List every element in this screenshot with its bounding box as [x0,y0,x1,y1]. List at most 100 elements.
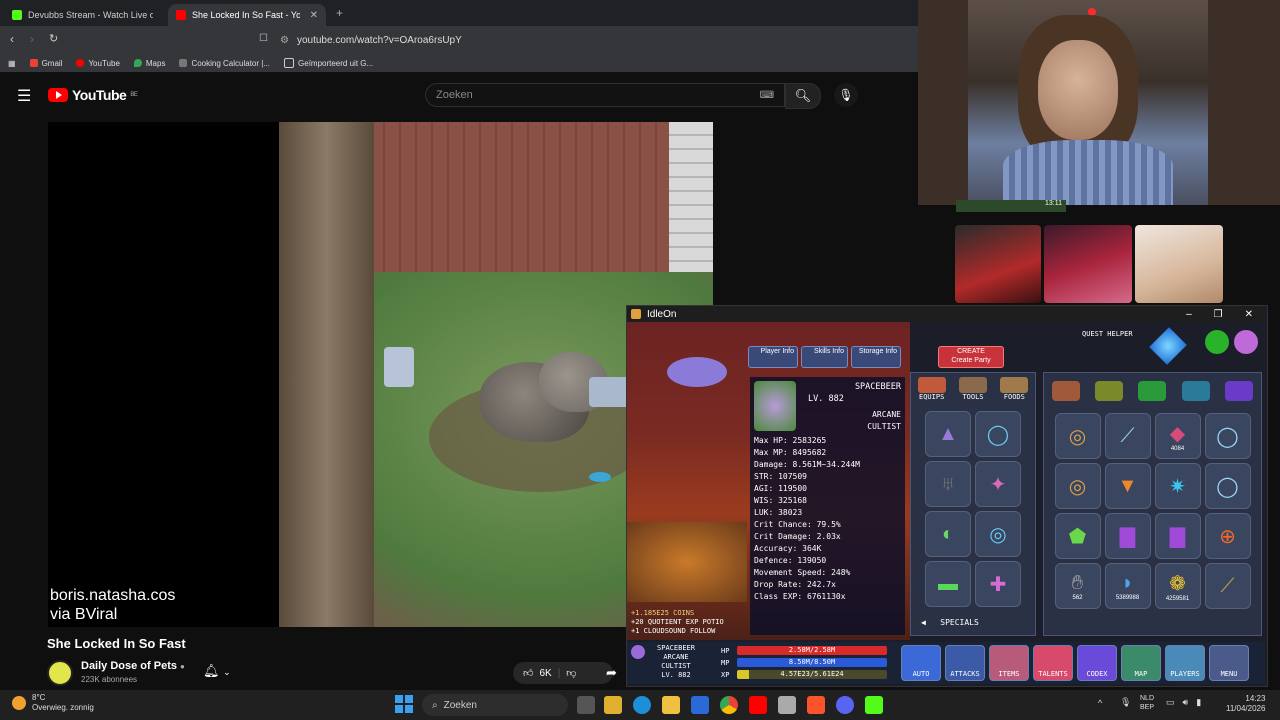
search-button[interactable]: 🔍︎ [785,83,821,109]
bookmark-cooking-calculator[interactable]: Cooking Calculator |... [179,59,270,68]
windows-start-icon[interactable] [395,695,413,713]
storage-info-button[interactable]: Storage Info [851,346,901,368]
bookmark-folder-imported[interactable]: Geïmporteerd uit G... [284,58,373,68]
inventory-slot[interactable]: ✷ [1154,463,1201,509]
discord-icon[interactable] [836,696,854,714]
wizard-icon[interactable] [1234,330,1258,354]
folder-icon[interactable] [662,696,680,714]
inventory-slot[interactable]: ◆ 4084 [1154,413,1201,459]
close-tab-icon[interactable]: ✕ [310,10,318,21]
menu-icon[interactable]: ☰ [17,86,31,106]
language-indicator[interactable]: NLD BEP [1140,694,1154,712]
quest-helper-label[interactable]: QUEST HELPER [1082,330,1133,338]
hud-button-map[interactable]: MAP [1121,645,1161,681]
reload-icon[interactable]: ↻ [49,32,58,45]
equip-slot-trophy[interactable]: ♅ [925,461,971,507]
equip-slot-hat[interactable]: ▲ [925,411,971,457]
inventory-tab-3[interactable] [1138,381,1167,401]
inventory-slot[interactable]: ✋︎ 562 [1054,563,1101,609]
task-view-icon[interactable] [577,696,595,714]
stream-thumbnail[interactable] [1135,225,1223,303]
tab-foods[interactable]: FOODS [1000,377,1029,401]
equip-slot-weapon[interactable]: ✦ [975,461,1021,507]
hud-button-auto[interactable]: AUTO [901,645,941,681]
voice-search-button[interactable]: 🎙︎ [834,83,858,107]
inventory-slot[interactable]: ▼ [1104,463,1151,509]
calculator-icon[interactable] [778,696,796,714]
stream-thumbnail[interactable] [1044,225,1132,303]
inventory-slot[interactable]: ◯ [1204,463,1251,509]
frog-icon[interactable] [1205,330,1229,354]
inventory-slot[interactable]: ⟋ [1204,563,1251,609]
like-icon[interactable]: 👍︎ [523,667,533,679]
bookmark-maps[interactable]: Maps [133,59,165,68]
keyboard-icon[interactable]: ⌨ [760,90,774,101]
site-info-icon[interactable]: ⚙ [280,35,289,46]
hud-button-talents[interactable]: TALENTS [1033,645,1073,681]
inventory-slot[interactable]: ◗ 5389988 [1104,563,1151,609]
inventory-tab-5[interactable] [1225,381,1254,401]
skills-info-button[interactable]: Skills Info [801,346,848,368]
channel-name[interactable]: Daily Dose of Pets ● [81,660,185,672]
file-explorer-icon[interactable] [604,696,622,714]
equip-slot-amulet[interactable]: ◎ [975,511,1021,557]
tab-youtube-video[interactable]: She Locked In So Fast - YouT ✕ [168,4,326,26]
hud-button-players[interactable]: PLAYERS [1165,645,1205,681]
chevron-down-icon[interactable]: ⌄ [223,667,231,677]
hud-button-menu[interactable]: MENU [1209,645,1249,681]
bookmark-youtube[interactable]: YouTube [76,59,120,68]
tab-equips[interactable]: EQUIPS [917,377,946,401]
address-bar[interactable]: ⚙ youtube.com/watch?v=OAroa6rsUpY [280,31,910,49]
equip-slot-boots[interactable]: ✚ [975,561,1021,607]
inventory-slot[interactable]: ◯ [1204,413,1251,459]
weather-widget[interactable]: 8°C Overwieg. zonnig [12,693,94,713]
apps-icon[interactable]: ▦ [8,59,16,68]
youtube-logo[interactable]: YouTube BE [48,87,138,103]
hud-button-items[interactable]: ITEMS [989,645,1029,681]
create-party-button[interactable]: CREATE Create Party [938,346,1004,368]
stream-thumbnail[interactable] [955,225,1041,303]
chrome-icon[interactable] [720,696,738,714]
outlook-icon[interactable] [691,696,709,714]
edge-icon[interactable] [633,696,651,714]
equip-slot-ring[interactable]: ◯ [975,411,1021,457]
new-tab-icon[interactable]: + [336,6,343,20]
share-icon[interactable]: ➦ [606,665,617,681]
hud-button-attacks[interactable]: ATTACKS [945,645,985,681]
system-tray[interactable]: ▭ 🔊︎ ▮ [1166,697,1201,708]
close-icon[interactable]: ✕ [1245,309,1253,320]
inventory-tab-1[interactable] [1051,381,1080,401]
idleon-app-icon[interactable] [865,696,883,714]
search-input[interactable]: Zoeken ⌨ [425,83,785,107]
forward-icon[interactable]: › [30,32,34,46]
bookmark-gmail[interactable]: Gmail [29,59,62,68]
channel-avatar[interactable] [47,660,73,686]
brave-icon[interactable] [807,696,825,714]
inventory-slot[interactable]: ▇ [1154,513,1201,559]
tab-kick-stream[interactable]: Devubbs Stream - Watch Live on [4,4,164,26]
minimize-icon[interactable]: – [1186,309,1192,320]
dislike-icon[interactable]: 👎︎ [566,667,576,679]
tray-chevron-icon[interactable]: ^ [1098,698,1102,708]
specials-button[interactable]: ◀ SPECIALS [921,618,979,627]
equip-slot-pants[interactable]: ▬ [925,561,971,607]
equip-slot-chest[interactable]: ◐ [925,511,971,557]
inventory-tab-2[interactable] [1095,381,1124,401]
inventory-slot[interactable]: ⊕ [1204,513,1251,559]
bookmark-icon[interactable]: ☐ [259,33,268,44]
player-info-button[interactable]: Player Info [748,346,798,368]
inventory-slot[interactable]: ❁ 4259581 [1154,563,1201,609]
inventory-slot[interactable]: ◎ [1054,463,1101,509]
taskbar-clock[interactable]: 14:23 11/04/2026 [1226,694,1265,714]
back-icon[interactable]: ‹ [10,32,14,46]
microphone-tray-icon[interactable]: 🎙︎ [1120,697,1131,708]
notification-bell-icon[interactable]: 🔔︎ ⌄ [203,663,231,679]
taskbar-search[interactable]: ⌕ Zoeken [422,694,568,716]
inventory-tab-4[interactable] [1181,381,1210,401]
hud-button-codex[interactable]: CODEX [1077,645,1117,681]
inventory-slot[interactable]: ⟋ [1104,413,1151,459]
youtube-app-icon[interactable] [749,696,767,714]
inventory-slot[interactable]: ◎ [1054,413,1101,459]
tab-tools[interactable]: TOOLS [958,377,987,401]
maximize-icon[interactable]: ❐ [1214,309,1223,320]
